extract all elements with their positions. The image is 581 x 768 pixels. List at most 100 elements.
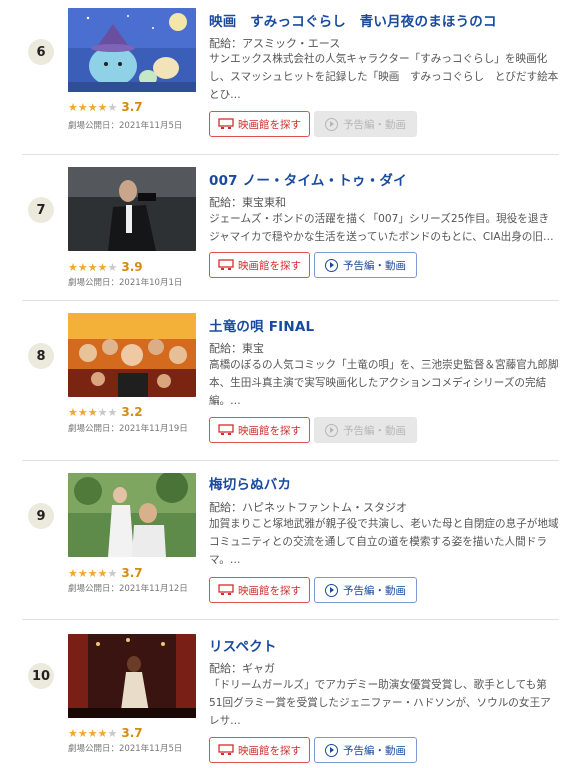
movie-description: 加賀まりこと塚地武雅が親子役で共演し、老いた母と自閉症の息子が地域コミュニティと… xyxy=(209,518,559,566)
theater-icon xyxy=(218,584,234,596)
star-icon: ★ xyxy=(68,566,78,580)
movie-poster[interactable] xyxy=(68,473,196,557)
movie-title[interactable]: 土竜の唄 FINAL xyxy=(209,315,314,335)
trailer-label: 予告編・動画 xyxy=(343,424,406,437)
movie-poster[interactable] xyxy=(68,167,196,251)
star-icon: ★ xyxy=(77,405,88,419)
star-icon: ★ xyxy=(77,566,88,580)
star-icon: ★ xyxy=(107,726,118,740)
trailer-label: 予告編・動画 xyxy=(343,118,406,131)
find-theater-button[interactable]: 映画館を探す xyxy=(209,252,310,278)
find-theater-label: 映画館を探す xyxy=(238,744,301,757)
movie-entry: 10 ★ ★ ★ ★ ★ 3.7 劇場公開日：2021年11月5日 リスペクト 配給：ギ… xyxy=(22,620,559,768)
rank-badge: 6 xyxy=(28,39,54,65)
find-theater-label: 映画館を探す xyxy=(238,259,301,272)
star-icon: ★ xyxy=(77,726,88,740)
theater-icon xyxy=(218,259,234,271)
rating-stars: ★ ★ ★ ★ ★ 3.7 xyxy=(68,726,143,740)
star-icon: ★ xyxy=(87,726,98,740)
movie-description: サンエックス株式会社の人気キャラクター「すみっコぐらし」を映画化し、スマッシュヒ… xyxy=(209,53,559,101)
release-date: 劇場公開日：2021年11月5日 xyxy=(68,121,183,131)
find-theater-button[interactable]: 映画館を探す xyxy=(209,577,310,603)
trailer-button[interactable]: 予告編・動画 xyxy=(314,252,417,278)
rating-stars: ★ ★ ★ ★ ★ 3.2 xyxy=(68,405,143,419)
trailer-label: 予告編・動画 xyxy=(343,744,406,757)
star-icon: ★ xyxy=(97,405,108,419)
release-date: 劇場公開日：2021年10月1日 xyxy=(68,278,183,288)
rank-badge: 8 xyxy=(28,343,54,369)
movie-entry: 9 ★ ★ ★ ★ ★ 3.7 劇場公開日：2021年11月12日 梅切らぬバカ 配給：… xyxy=(22,461,559,620)
movie-entry: 6 ★ ★ ★ ★ ★ 3.7 劇場公開日：2021年11月5日 映画 すみっコぐらし … xyxy=(22,8,559,155)
release-date: 劇場公開日：2021年11月5日 xyxy=(68,744,183,754)
trailer-label: 予告編・動画 xyxy=(343,259,406,272)
trailer-button[interactable]: 予告編・動画 xyxy=(314,737,417,763)
rank-badge: 10 xyxy=(28,663,54,689)
theater-icon xyxy=(218,118,234,130)
theater-icon xyxy=(218,424,234,436)
find-theater-button[interactable]: 映画館を探す xyxy=(209,111,310,137)
movie-poster[interactable] xyxy=(68,634,196,718)
rating-stars: ★ ★ ★ ★ ★ 3.9 xyxy=(68,260,143,274)
star-icon: ★ xyxy=(97,260,108,274)
movie-title[interactable]: 007 ノー・タイム・トゥ・ダイ xyxy=(209,169,407,189)
play-icon xyxy=(325,583,338,597)
star-icon: ★ xyxy=(107,405,118,419)
distributor: 配給：アスミック・エース xyxy=(209,37,341,50)
star-icon: ★ xyxy=(68,100,78,114)
play-icon xyxy=(325,423,338,437)
play-icon xyxy=(325,258,338,272)
movie-title[interactable]: 映画 すみっコぐらし 青い月夜のまほうのコ xyxy=(209,10,497,30)
release-date: 劇場公開日：2021年11月12日 xyxy=(68,584,188,594)
release-date: 劇場公開日：2021年11月19日 xyxy=(68,424,188,434)
rating-stars: ★ ★ ★ ★ ★ 3.7 xyxy=(68,100,143,114)
rating-stars: ★ ★ ★ ★ ★ 3.7 xyxy=(68,566,143,580)
play-icon xyxy=(325,117,338,131)
star-icon: ★ xyxy=(87,405,98,419)
movie-title[interactable]: 梅切らぬバカ xyxy=(209,473,291,493)
distributor: 配給：ギャガ xyxy=(209,662,275,675)
star-icon: ★ xyxy=(107,566,118,580)
find-theater-button[interactable]: 映画館を探す xyxy=(209,737,310,763)
find-theater-label: 映画館を探す xyxy=(238,118,301,131)
trailer-button: 予告編・動画 xyxy=(314,417,417,443)
distributor: 配給：東宝 xyxy=(209,342,264,355)
star-icon: ★ xyxy=(68,260,78,274)
find-theater-label: 映画館を探す xyxy=(238,584,301,597)
star-icon: ★ xyxy=(107,260,118,274)
movie-entry: 8 ★ ★ ★ ★ ★ 3.2 劇場公開日：2021年11月19日 土竜の唄 FINAL… xyxy=(22,301,559,461)
distributor: 配給：ハピネットファントム・スタジオ xyxy=(209,501,407,514)
rating-score: 3.2 xyxy=(121,405,143,419)
find-theater-button[interactable]: 映画館を探す xyxy=(209,417,310,443)
movie-title[interactable]: リスペクト xyxy=(209,635,277,655)
star-icon: ★ xyxy=(87,100,98,114)
rating-score: 3.9 xyxy=(121,260,143,274)
theater-icon xyxy=(218,744,234,756)
star-half-icon: ★ xyxy=(97,726,108,740)
movie-description: 「ドリームガールズ」でアカデミー助演女優賞受賞し、歌手としても第51回グラミー賞… xyxy=(209,679,551,727)
movie-entry: 7 ★ ★ ★ ★ ★ 3.9 劇場公開日：2021年10月1日 007 ノー・タイム・… xyxy=(22,155,559,301)
rating-score: 3.7 xyxy=(121,100,143,114)
trailer-label: 予告編・動画 xyxy=(343,584,406,597)
star-half-icon: ★ xyxy=(97,566,108,580)
star-icon: ★ xyxy=(68,405,78,419)
star-icon: ★ xyxy=(77,260,88,274)
find-theater-label: 映画館を探す xyxy=(238,424,301,437)
rank-badge: 7 xyxy=(28,197,54,223)
star-icon: ★ xyxy=(87,260,98,274)
star-icon: ★ xyxy=(107,100,118,114)
star-half-icon: ★ xyxy=(97,100,108,114)
star-icon: ★ xyxy=(77,100,88,114)
rank-badge: 9 xyxy=(28,503,54,529)
trailer-button: 予告編・動画 xyxy=(314,111,417,137)
rating-score: 3.7 xyxy=(121,726,143,740)
movie-description: 高橋のぼるの人気コミック「土竜の唄」を、三池崇史監督＆宮藤官九郎脚本、生田斗真主… xyxy=(209,359,559,407)
star-icon: ★ xyxy=(87,566,98,580)
movie-ranking-list: 6 ★ ★ ★ ★ ★ 3.7 劇場公開日：2021年11月5日 映画 すみっコぐらし … xyxy=(0,0,581,768)
play-icon xyxy=(325,743,338,757)
trailer-button[interactable]: 予告編・動画 xyxy=(314,577,417,603)
rating-score: 3.7 xyxy=(121,566,143,580)
movie-poster[interactable] xyxy=(68,313,196,397)
distributor: 配給：東宝東和 xyxy=(209,196,286,209)
movie-poster[interactable] xyxy=(68,8,196,92)
movie-description: ジェームズ・ボンドの活躍を描く「007」シリーズ25作目。現役を退きジャマイカで… xyxy=(209,213,554,243)
